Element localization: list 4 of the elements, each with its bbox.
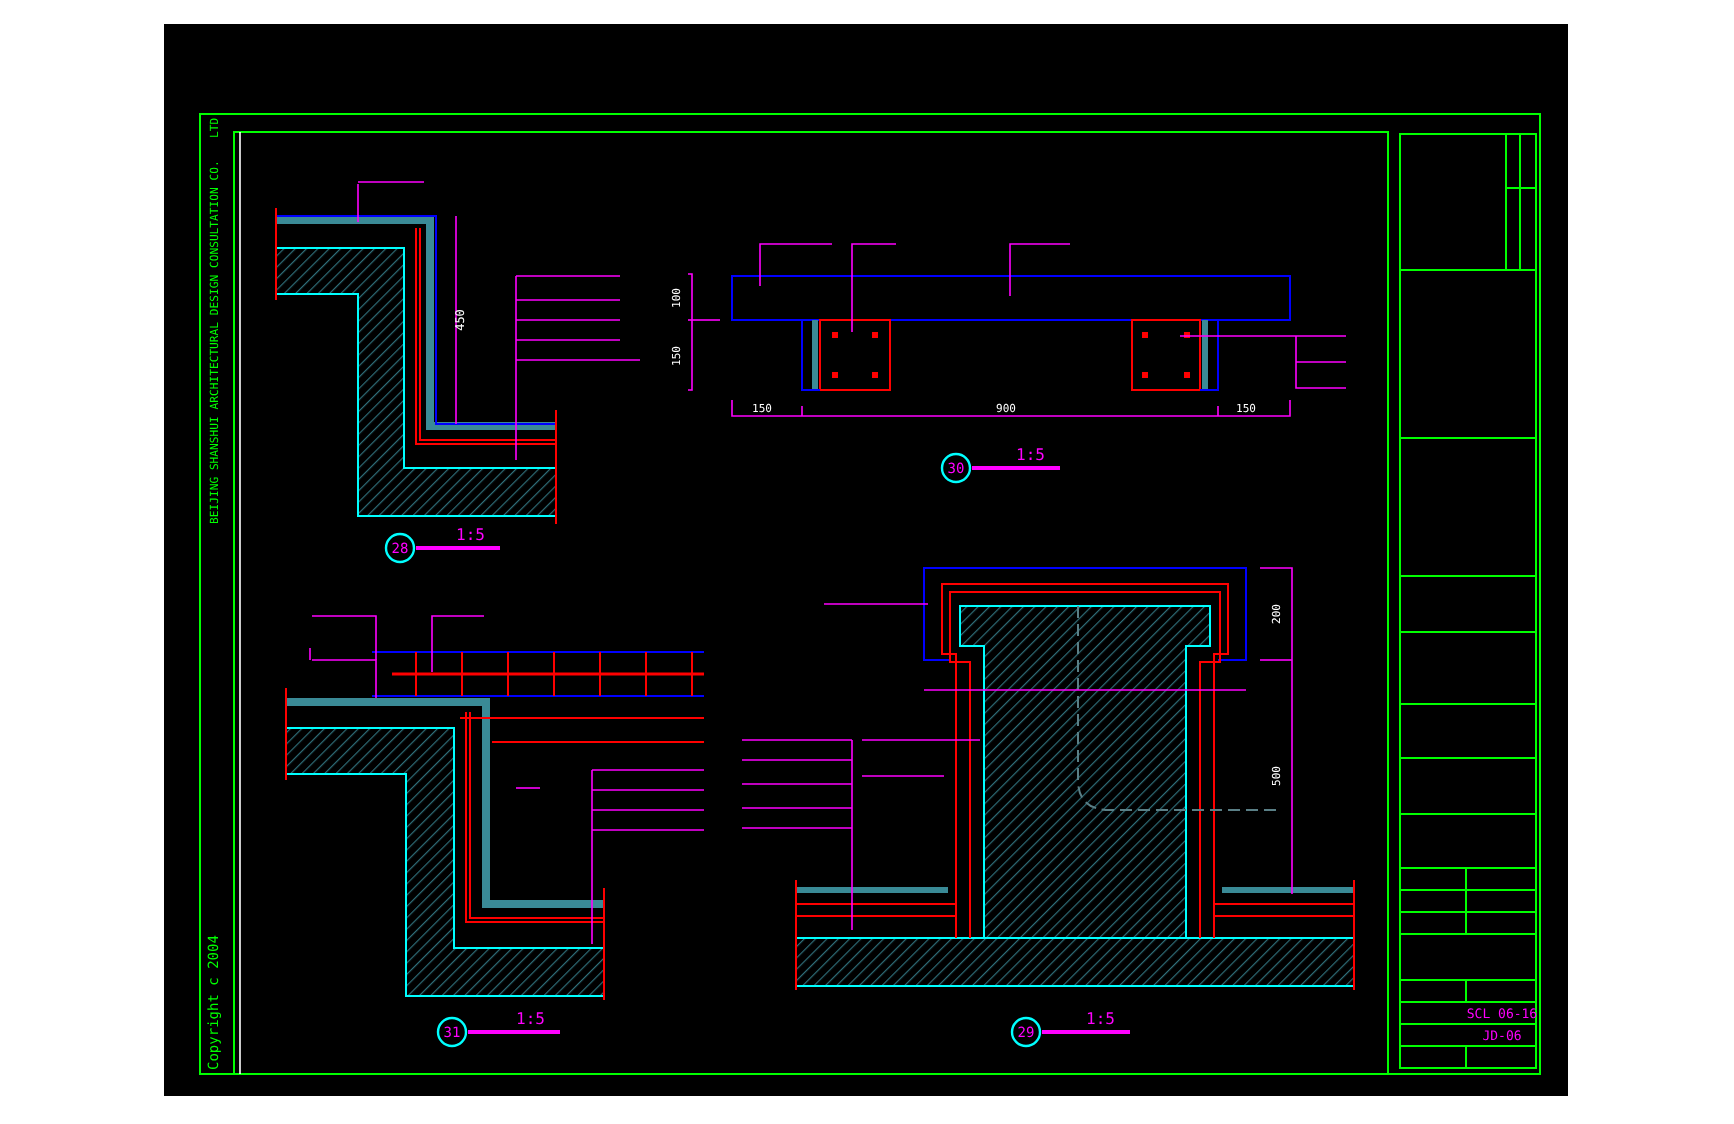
scale-label: 1:5: [1086, 1010, 1115, 1028]
scale-label: 1:5: [516, 1010, 545, 1028]
scale-label: 1:5: [456, 526, 485, 544]
scale-label: 1:5: [1016, 446, 1045, 464]
